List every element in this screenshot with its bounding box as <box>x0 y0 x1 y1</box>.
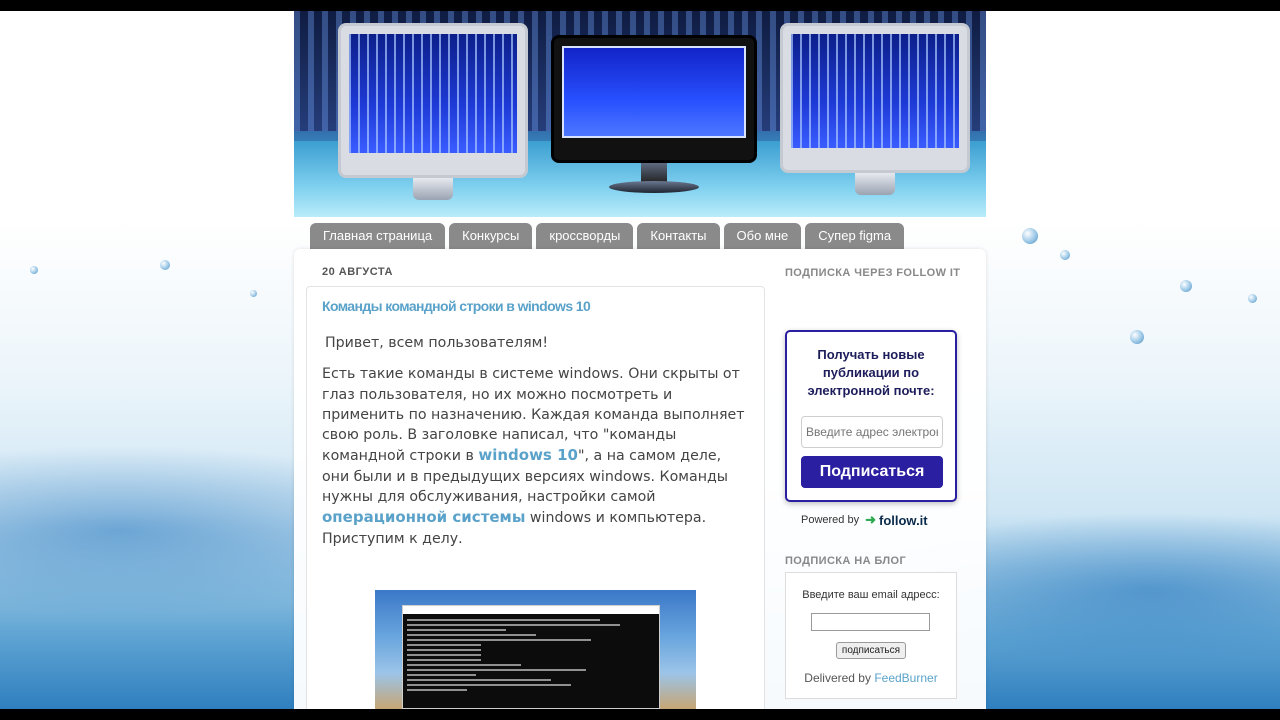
powered-by-label: Powered by <box>801 514 860 526</box>
post-greeting: Привет, всем пользователям! <box>325 335 549 351</box>
left-monitor-image <box>338 23 528 208</box>
top-black-bar <box>0 0 1280 11</box>
powered-by-follow-it: Powered by ➜ follow.it <box>801 512 928 528</box>
follow-email-input[interactable] <box>801 416 943 448</box>
center-monitor-image <box>551 35 757 205</box>
follow-it-brand-text: follow.it <box>879 512 928 528</box>
nav-tab-super-figma[interactable]: Супер figma <box>805 223 905 249</box>
post-date: 20 АВГУСТА <box>322 266 393 278</box>
follow-it-widget: Получать новые публикации по электронной… <box>785 330 957 502</box>
link-operating-system[interactable]: операционной системы <box>322 508 525 526</box>
follow-it-brand-link[interactable]: ➜ follow.it <box>865 512 928 528</box>
nav-tab-contests[interactable]: Конкурсы <box>449 223 533 249</box>
post-title-link[interactable]: Команды командной строки в windows 10 <box>322 298 591 314</box>
feedburner-brand-link[interactable]: FeedBurner <box>874 671 937 685</box>
right-monitor-image <box>780 23 970 208</box>
post-body: Привет, всем пользователям! Есть такие к… <box>322 333 750 560</box>
cmd-titlebar <box>403 606 659 614</box>
feedburner-widget: Введите ваш email адресс: подписаться De… <box>785 572 957 699</box>
cmd-text-lines <box>403 614 659 697</box>
sidebar-heading-follow-it: ПОДПИСКА ЧЕРЕЗ FOLLOW IT <box>785 267 961 279</box>
nav-tab-home[interactable]: Главная страница <box>310 223 446 249</box>
post-screenshot-image <box>375 590 696 709</box>
link-windows-10[interactable]: windows 10 <box>478 446 578 464</box>
delivered-by-label: Delivered by <box>804 671 871 685</box>
bottom-black-bar <box>0 709 1280 720</box>
main-navigation: Главная страница Конкурсы кроссворды Кон… <box>310 223 905 249</box>
nav-tab-crosswords[interactable]: кроссворды <box>536 223 634 249</box>
command-prompt-window-image <box>402 605 660 709</box>
feedburner-delivered-by: Delivered by FeedBurner <box>786 671 956 685</box>
post-paragraph: Есть такие команды в системе windows. Он… <box>322 364 750 549</box>
feedburner-email-input[interactable] <box>811 613 930 631</box>
follow-it-title: Получать новые публикации по электронной… <box>807 347 935 398</box>
follow-subscribe-button[interactable]: Подписаться <box>801 456 943 488</box>
nav-tab-contacts[interactable]: Контакты <box>637 223 720 249</box>
follow-it-logo-icon: ➜ <box>865 512 876 527</box>
sidebar-heading-blog-subscription: ПОДПИСКА НА БЛОГ <box>785 555 907 567</box>
feedburner-email-label: Введите ваш email адресс: <box>802 589 940 601</box>
nav-tab-about[interactable]: Обо мне <box>723 223 802 249</box>
feedburner-subscribe-button[interactable]: подписаться <box>836 642 906 659</box>
header-banner <box>294 11 986 217</box>
